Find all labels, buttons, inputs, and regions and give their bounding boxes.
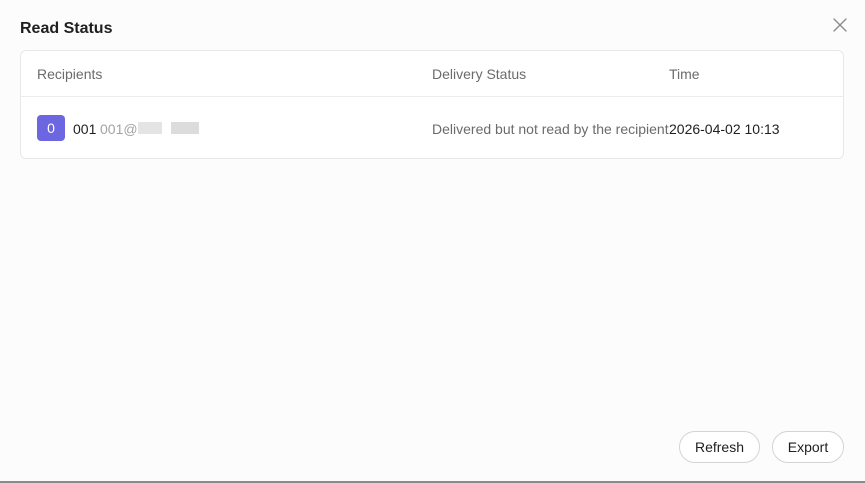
recipient-email: 001@ [100,121,138,137]
column-header-time: Time [669,66,700,82]
redacted-email-part [171,122,199,134]
avatar: 0 [37,115,65,141]
delivery-status-cell: Delivered but not read by the recipient [432,121,669,137]
redacted-email-part [138,122,162,134]
column-header-recipients: Recipients [37,66,103,82]
refresh-button[interactable]: Refresh [679,431,760,463]
close-button[interactable] [831,16,849,34]
table-row: 0 001 001@ Delivered but not read by the… [21,97,843,158]
dialog-title: Read Status [20,20,113,37]
time-cell: 2026-04-02 10:13 [669,121,780,137]
table-header: Recipients Delivery Status Time [21,51,843,97]
read-status-table: Recipients Delivery Status Time 0 001 00… [20,50,844,159]
close-icon [833,18,847,32]
export-button[interactable]: Export [772,431,844,463]
recipient-name: 001 [73,121,97,137]
read-status-dialog: Read Status Recipients Delivery Status T… [0,0,865,483]
column-header-delivery-status: Delivery Status [432,66,527,82]
